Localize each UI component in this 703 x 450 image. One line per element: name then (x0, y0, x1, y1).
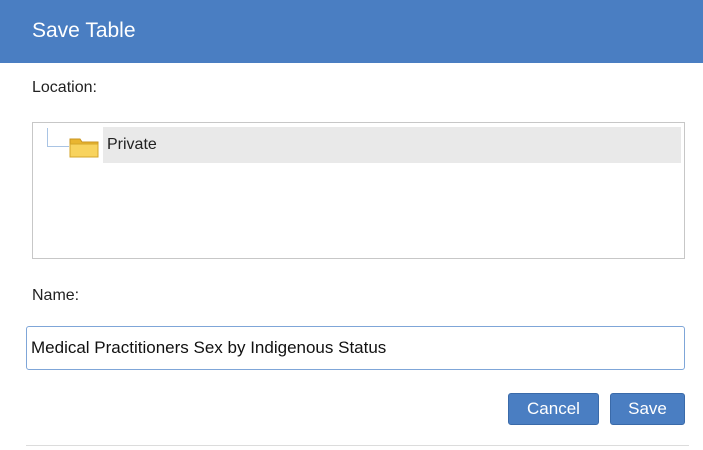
name-input[interactable] (26, 326, 685, 370)
cancel-button[interactable]: Cancel (508, 393, 599, 425)
dialog-titlebar: Save Table (0, 0, 703, 63)
save-button[interactable]: Save (610, 393, 685, 425)
location-label: Location: (32, 79, 97, 96)
folder-icon (69, 136, 99, 158)
name-label: Name: (32, 287, 80, 304)
tree-item-private[interactable]: Private (69, 127, 682, 163)
dialog-title: Save Table (32, 19, 136, 42)
tree-item-label: Private (107, 136, 157, 153)
location-tree[interactable]: Private (32, 122, 685, 259)
footer-divider (26, 445, 689, 446)
save-table-dialog: Save Table Location: Private Name: Cance… (0, 0, 703, 450)
tree-connector-line (47, 128, 69, 147)
tree-item-row-selected[interactable]: Private (103, 127, 681, 163)
